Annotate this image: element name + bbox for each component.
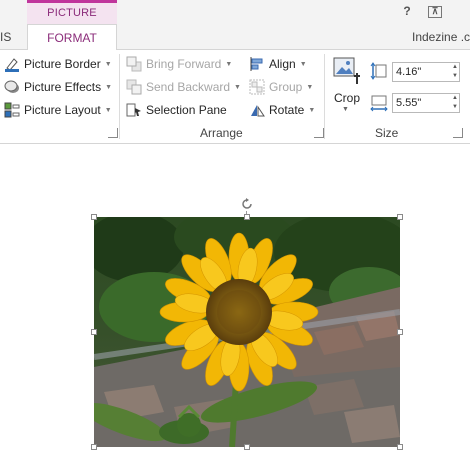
width-icon [370,94,388,112]
bring-forward-icon [126,56,142,72]
bring-forward-label: Bring Forward [146,57,222,71]
resize-handle-top-left[interactable] [91,214,97,220]
chevron-down-icon: ▼ [234,83,241,91]
align-label: Align [269,57,296,71]
sunflower-picture[interactable] [94,217,400,447]
resize-handle-right[interactable] [397,329,403,335]
shape-width-input[interactable]: 5.55" ▲ ▼ [392,93,460,113]
help-button[interactable]: ? [398,3,416,20]
selection-pane-icon [126,102,142,118]
send-backward-label: Send Backward [146,80,231,94]
send-backward-button[interactable]: Send Backward ▼ [126,77,241,97]
resize-handle-bottom-left[interactable] [91,444,97,450]
picture-layout-button[interactable]: Picture Layout ▼ [4,100,112,120]
ribbon-display-options-button[interactable]: ⊼ [428,6,442,18]
spinner-icon[interactable]: ▲ ▼ [452,63,458,81]
picture-border-label: Picture Border [24,57,101,71]
chevron-down-icon: ▼ [104,60,112,68]
spinner-icon[interactable]: ▲ ▼ [452,94,458,112]
chevron-down-icon: ▼ [104,106,112,114]
chevron-down-icon: ▼ [105,83,113,91]
rotate-label: Rotate [269,103,305,117]
align-button[interactable]: Align ▼ [249,54,307,74]
sunflower-image [94,217,400,447]
selection-pane-button[interactable]: Selection Pane [126,100,227,120]
picture-effects-label: Picture Effects [24,80,102,94]
align-icon [249,56,265,72]
picture-border-icon [4,56,20,72]
picture-styles-dialog-launcher[interactable] [108,128,118,138]
picture-effects-icon [4,79,20,95]
shape-height-value: 4.16" [396,66,422,78]
picture-border-button[interactable]: Picture Border ▼ [4,54,112,74]
group-divider [324,54,325,139]
resize-handle-left[interactable] [91,329,97,335]
group-icon [249,79,265,95]
selection-pane-label: Selection Pane [146,103,227,117]
resize-handle-top[interactable] [244,214,250,220]
rotation-handle-icon[interactable] [240,197,254,211]
crop-button[interactable] [332,56,362,86]
rotate-icon [249,102,265,118]
user-account[interactable]: Indezine .c [412,30,470,44]
resize-handle-bottom-right[interactable] [397,444,403,450]
picture-tools-contextual-tab: PICTURE TOOLS [27,0,117,40]
chevron-down-icon: ▼ [299,60,307,68]
chevron-down-icon: ▼ [225,60,233,68]
picture-layout-label: Picture Layout [24,103,101,117]
group-divider [119,54,120,139]
group-button[interactable]: Group ▼ [249,77,313,97]
chevron-down-icon[interactable]: ▼ [342,106,349,113]
picture-layout-icon [4,102,20,118]
bring-forward-button[interactable]: Bring Forward ▼ [126,54,232,74]
rotate-button[interactable]: Rotate ▼ [249,100,315,120]
send-backward-icon [126,79,142,95]
chevron-down-icon: ▼ [306,83,314,91]
arrange-dialog-launcher[interactable] [314,128,324,138]
crop-icon [332,56,362,89]
tab-partial[interactable]: IS [0,30,11,44]
size-dialog-launcher[interactable] [453,128,463,138]
arrange-group-label: Arrange [200,126,243,140]
group-label: Group [269,80,303,94]
resize-handle-top-right[interactable] [397,214,403,220]
shape-height-input[interactable]: 4.16" ▲ ▼ [392,62,460,82]
tab-format[interactable]: FORMAT [27,24,117,51]
chevron-down-icon: ▼ [308,106,316,114]
size-group-label: Size [375,126,399,140]
resize-handle-bottom[interactable] [244,444,250,450]
shape-width-value: 5.55" [396,97,422,109]
height-icon [370,62,388,80]
picture-effects-button[interactable]: Picture Effects ▼ [4,77,112,97]
crop-label[interactable]: Crop [334,91,360,105]
